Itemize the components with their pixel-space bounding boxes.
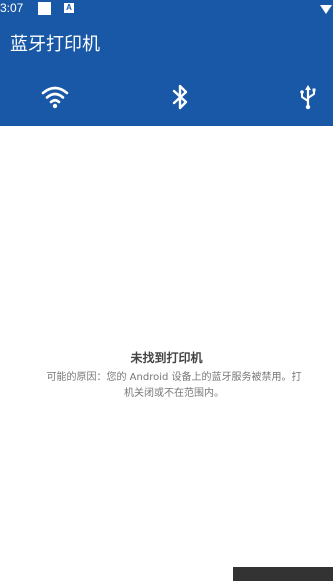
app-bar: 3:07 A 蓝牙打印机: [0, 0, 333, 126]
signal-icon: [319, 0, 333, 19]
notification-square-icon: [38, 2, 51, 15]
tab-wifi[interactable]: [41, 83, 69, 111]
bluetooth-icon: [166, 83, 194, 111]
usb-icon: [294, 83, 322, 111]
empty-state-title: 未找到打印机: [130, 351, 203, 365]
tab-bluetooth[interactable]: [166, 83, 194, 111]
empty-state-line-1: 可能的原因：您的 Android 设备上的蓝牙服务被禁用。打: [46, 372, 302, 383]
tab-usb[interactable]: [294, 83, 322, 111]
empty-state-line-2: 机关闭或不在范围内。: [124, 388, 224, 399]
navigation-bar-fragment: [233, 567, 333, 581]
page-title: 蓝牙打印机: [10, 34, 100, 55]
status-time: 3:07: [0, 1, 24, 15]
notification-a-icon: A: [64, 3, 74, 13]
wifi-icon: [41, 83, 69, 111]
empty-state-description: 可能的原因：您的 Android 设备上的蓝牙服务被禁用。打 机关闭或不在范围内…: [15, 370, 333, 402]
status-bar: 3:07 A: [0, 0, 333, 18]
